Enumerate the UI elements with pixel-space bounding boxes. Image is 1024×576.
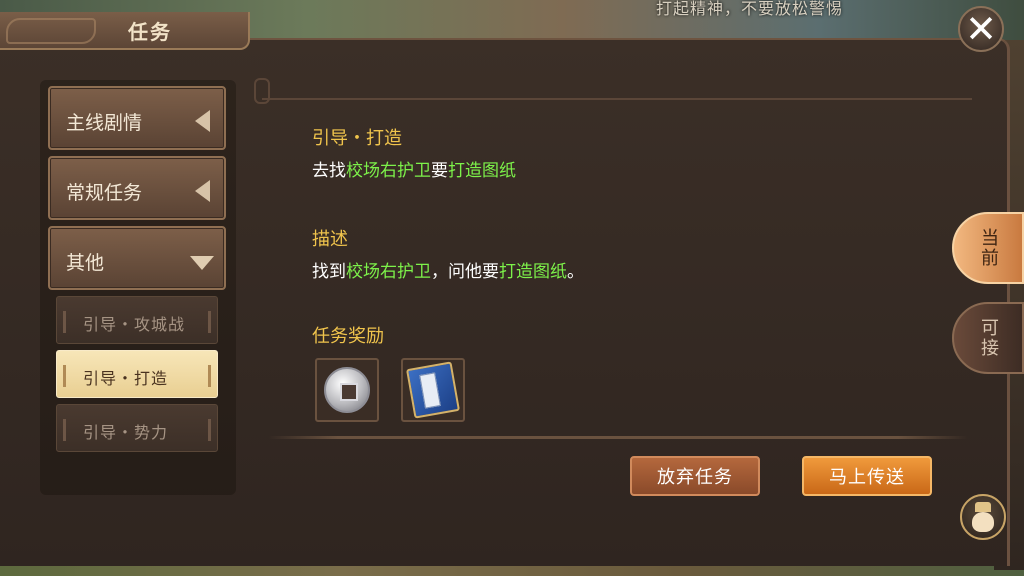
title-bar: 任务 bbox=[0, 12, 250, 50]
description-title: 描述 bbox=[312, 229, 348, 250]
quest-item-label: 引导・打造 bbox=[83, 369, 169, 388]
book-icon bbox=[406, 361, 460, 419]
quest-item-label: 引导・攻城战 bbox=[83, 315, 186, 334]
hint-text: 打起精神，不要放松警惕 bbox=[656, 0, 844, 18]
item-link[interactable]: 打造图纸 bbox=[448, 161, 516, 181]
goal-text: 去找 bbox=[312, 161, 346, 181]
goal-text: 要 bbox=[431, 161, 448, 181]
quest-item-label: 引导・势力 bbox=[83, 423, 169, 442]
npc-link[interactable]: 校场右护卫 bbox=[346, 262, 431, 282]
chevron-down-icon bbox=[190, 256, 214, 270]
reward-title: 任务奖励 bbox=[312, 326, 384, 347]
teleport-button[interactable]: 马上传送 bbox=[802, 456, 932, 496]
category-label: 常规任务 bbox=[66, 182, 143, 204]
abandon-quest-button[interactable]: 放弃任务 bbox=[630, 456, 760, 496]
quest-name: 引导・打造 bbox=[312, 128, 402, 149]
desc-text: 找到 bbox=[312, 262, 346, 282]
category-label: 其他 bbox=[66, 252, 105, 274]
category-label: 主线剧情 bbox=[66, 112, 143, 134]
divider bbox=[268, 436, 968, 439]
category-regular-quests[interactable]: 常规任务 bbox=[48, 156, 226, 220]
item-link[interactable]: 打造图纸 bbox=[499, 262, 567, 282]
quest-item-siege[interactable]: 引导・攻城战 bbox=[56, 296, 218, 344]
avatar-icon bbox=[969, 502, 997, 532]
reward-slot-book[interactable] bbox=[401, 358, 465, 422]
reward-slot-coin[interactable] bbox=[315, 358, 379, 422]
tab-current[interactable]: 当前 bbox=[952, 212, 1024, 284]
npc-avatar-button[interactable] bbox=[960, 494, 1006, 540]
quest-item-forge[interactable]: 引导・打造 bbox=[56, 350, 218, 398]
desc-text: ，问他要 bbox=[431, 262, 499, 282]
quest-description: 找到校场右护卫，问他要打造图纸。 bbox=[312, 257, 584, 282]
title-ornament bbox=[6, 18, 96, 44]
category-other[interactable]: 其他 bbox=[48, 226, 226, 290]
category-main-story[interactable]: 主线剧情 bbox=[48, 86, 226, 150]
chevron-left-icon bbox=[195, 180, 210, 202]
close-button[interactable]: ✕ bbox=[958, 6, 1004, 52]
close-icon: ✕ bbox=[965, 7, 997, 51]
quest-goal: 去找校场右护卫要打造图纸 bbox=[312, 156, 516, 181]
chevron-left-icon bbox=[195, 110, 210, 132]
quest-item-faction[interactable]: 引导・势力 bbox=[56, 404, 218, 452]
tab-available[interactable]: 可接 bbox=[952, 302, 1024, 374]
coin-icon bbox=[324, 367, 370, 413]
page-title: 任务 bbox=[128, 20, 172, 44]
npc-link[interactable]: 校场右护卫 bbox=[346, 161, 431, 181]
desc-text: 。 bbox=[567, 262, 584, 282]
